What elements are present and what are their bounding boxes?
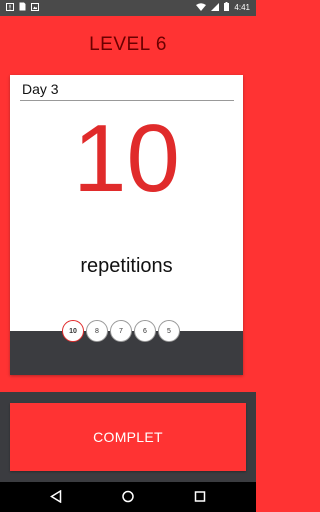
battery-icon <box>224 2 230 13</box>
complete-button[interactable]: COMPLET <box>10 403 246 471</box>
status-time: 4:41 <box>234 3 250 12</box>
day-divider <box>20 100 234 101</box>
signal-icon <box>211 2 220 13</box>
back-icon[interactable] <box>50 489 62 508</box>
media-icon <box>31 2 39 13</box>
reps-count: 10 <box>73 105 180 212</box>
set-indicator: 10 <box>62 320 84 342</box>
set-indicator: 5 <box>158 320 180 342</box>
navigation-bar <box>0 482 256 512</box>
exercise-card: Day 3 10 repetitions 10 8 7 6 5 <box>10 75 243 375</box>
set-indicator: 8 <box>86 320 108 342</box>
set-indicator: 7 <box>110 320 132 342</box>
recents-icon[interactable] <box>194 490 206 508</box>
set-indicator: 6 <box>134 320 156 342</box>
day-label: Day 3 <box>22 81 59 97</box>
wifi-icon <box>196 2 207 13</box>
status-right: 4:41 <box>196 2 250 13</box>
status-left <box>6 2 39 13</box>
alert-icon <box>6 2 14 13</box>
set-indicators: 10 8 7 6 5 <box>62 320 180 342</box>
status-bar: 4:41 <box>0 0 256 16</box>
level-title: LEVEL 6 <box>89 34 167 55</box>
reps-label: repetitions <box>80 255 173 277</box>
sim-icon <box>19 2 26 13</box>
home-icon[interactable] <box>122 490 134 508</box>
